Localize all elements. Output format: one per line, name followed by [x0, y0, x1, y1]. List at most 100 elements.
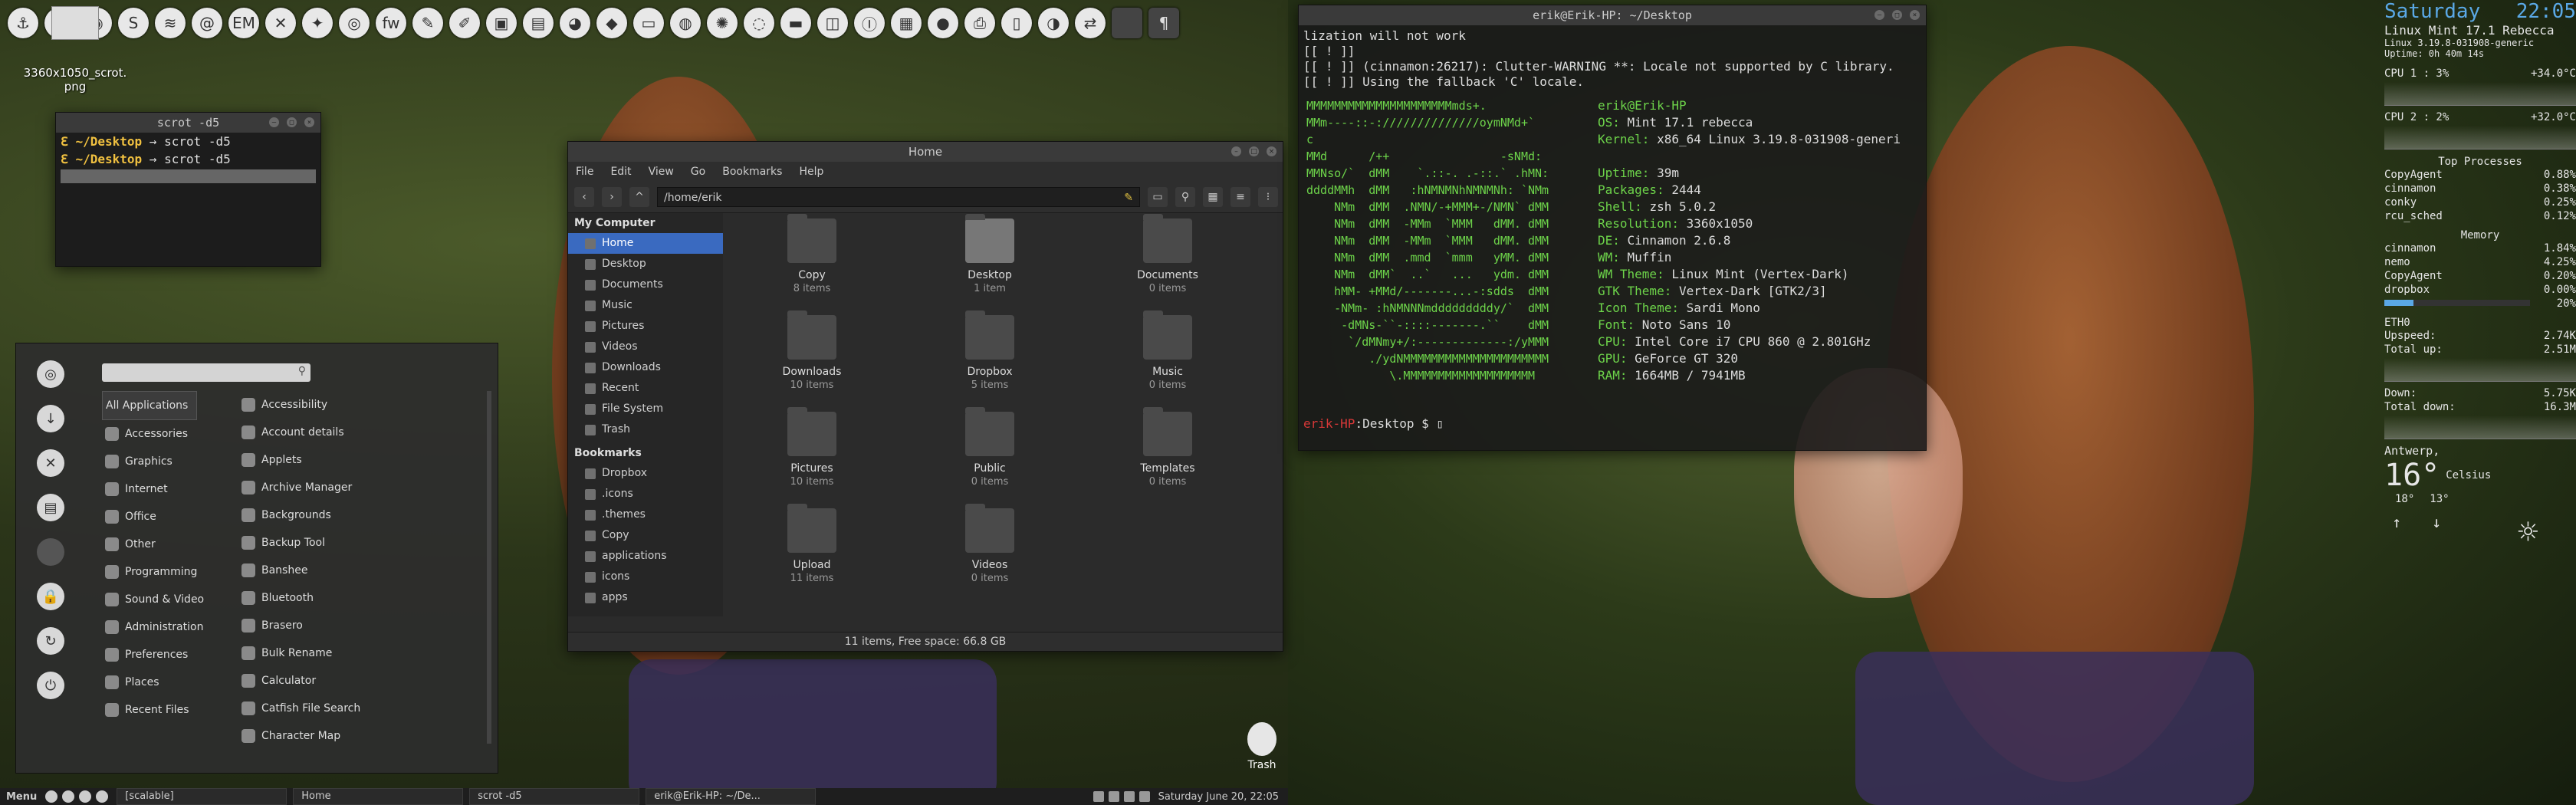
terminal-scrot-window[interactable]: scrot -d5 – □ × ℇ ~/Desktop → scrot -d5 …: [55, 112, 321, 267]
volume-icon[interactable]: [1108, 791, 1119, 802]
sidebar-item[interactable]: Copy: [568, 525, 723, 546]
camera-icon[interactable]: ▣: [486, 8, 517, 38]
location-bar[interactable]: /home/erik ✎: [657, 187, 1140, 207]
globe2-icon[interactable]: ◑: [1038, 8, 1069, 38]
logout-icon[interactable]: ↻: [37, 627, 64, 655]
github-icon[interactable]: ◕: [560, 8, 590, 38]
browser-launcher-icon[interactable]: [96, 790, 109, 803]
shield-icon[interactable]: ◆: [596, 8, 627, 38]
menu-app[interactable]: Calculator: [238, 667, 476, 695]
menu-category[interactable]: Recent Files: [102, 696, 225, 724]
wifi-icon[interactable]: ≋: [155, 8, 186, 38]
taskbar-window-button[interactable]: [scalable]: [117, 788, 288, 805]
folder-item[interactable]: Copy 8 items: [743, 214, 881, 294]
menu-app[interactable]: Bulk Rename: [238, 639, 476, 667]
sidebar-item[interactable]: .icons: [568, 484, 723, 504]
menu-app[interactable]: Bluetooth: [238, 584, 476, 612]
chrome-icon[interactable]: ◎: [339, 8, 370, 38]
tools-icon[interactable]: ✕: [265, 8, 296, 38]
blank-icon[interactable]: [37, 538, 64, 566]
sidebar-item[interactable]: File System: [568, 399, 723, 419]
folder-item[interactable]: Downloads 10 items: [743, 310, 881, 391]
text-icon[interactable]: ¶: [1148, 8, 1179, 38]
menu-button[interactable]: Menu: [0, 791, 43, 803]
dropbox-icon[interactable]: [1138, 791, 1150, 802]
menu-app[interactable]: Account details: [238, 419, 476, 446]
menu-app[interactable]: Banshee: [238, 557, 476, 584]
desktop-trash[interactable]: Trash: [1247, 722, 1277, 771]
menu-help[interactable]: Help: [799, 162, 823, 182]
compact-view-button[interactable]: ⁝: [1258, 187, 1278, 207]
show-desktop-icon[interactable]: [45, 790, 58, 803]
maximize-button[interactable]: □: [287, 117, 297, 127]
sidebar-item[interactable]: Videos: [568, 337, 723, 357]
folder-item[interactable]: Upload 11 items: [743, 504, 881, 584]
menu-category[interactable]: Sound & Video: [102, 586, 225, 613]
search-button[interactable]: ⚲: [1175, 187, 1195, 207]
aperture-icon[interactable]: ✺: [707, 8, 738, 38]
menu-app[interactable]: Archive Manager: [238, 474, 476, 501]
menu-category[interactable]: Accessories: [102, 420, 225, 448]
pen-icon[interactable]: ✐: [449, 8, 480, 38]
print-icon[interactable]: ⎙: [964, 8, 995, 38]
menu-bookmarks[interactable]: Bookmarks: [722, 162, 782, 182]
folder-item[interactable]: Videos 0 items: [921, 504, 1059, 584]
sidebar-item[interactable]: Documents: [568, 274, 723, 295]
grid-icon[interactable]: ▦: [891, 8, 922, 38]
screen-icon[interactable]: ▭: [633, 8, 664, 38]
folder-item[interactable]: Public 0 items: [921, 407, 1059, 488]
lock-icon[interactable]: 🔒: [37, 583, 64, 610]
maximize-button[interactable]: □: [1249, 146, 1259, 156]
menu-file[interactable]: File: [576, 162, 593, 182]
up-button[interactable]: ^: [629, 187, 649, 207]
tools-icon[interactable]: ✕: [37, 449, 64, 477]
lock-icon[interactable]: Ⓘ: [854, 8, 885, 38]
minimize-button[interactable]: –: [269, 117, 279, 127]
terminal-icon[interactable]: ▤: [37, 494, 64, 521]
window-title[interactable]: Home – □ ×: [568, 142, 1283, 162]
file-manager-window[interactable]: Home – □ × File Edit View Go Bookmarks Help ‹…: [567, 141, 1283, 652]
sidebar-item[interactable]: Downloads: [568, 357, 723, 378]
folder-item[interactable]: Pictures 10 items: [743, 407, 881, 488]
menu-category[interactable]: Administration: [102, 613, 225, 641]
menu-scrollbar[interactable]: [487, 391, 491, 744]
menu-go[interactable]: Go: [691, 162, 705, 182]
sidebar-item[interactable]: Desktop: [568, 254, 723, 274]
fw-icon[interactable]: fw: [376, 8, 406, 38]
menu-app[interactable]: Brasero: [238, 612, 476, 639]
folder-item[interactable]: Documents 0 items: [1099, 214, 1237, 294]
files-launcher-icon[interactable]: [79, 790, 92, 803]
terminal-launcher-icon[interactable]: [62, 790, 75, 803]
folder-item[interactable]: Desktop 1 item: [921, 214, 1059, 294]
blank-icon[interactable]: [1112, 8, 1142, 38]
menu-app[interactable]: Applets: [238, 446, 476, 474]
forward-button[interactable]: ›: [602, 187, 622, 207]
menu-app[interactable]: Backup Tool: [238, 529, 476, 557]
menu-category[interactable]: Other: [102, 531, 225, 558]
edit-location-icon[interactable]: ✎: [1124, 188, 1133, 208]
terminal-toggle-button[interactable]: ▭: [1148, 187, 1168, 207]
menu-view[interactable]: View: [649, 162, 674, 182]
circle2-icon[interactable]: ●: [928, 8, 958, 38]
sidebar-item[interactable]: .themes: [568, 504, 723, 525]
folder-item[interactable]: Dropbox 5 items: [921, 310, 1059, 391]
sidebar-item[interactable]: apps: [568, 587, 723, 608]
minimize-button[interactable]: –: [1875, 10, 1884, 20]
sidebar-item[interactable]: Recent: [568, 378, 723, 399]
menu-category[interactable]: Programming: [102, 558, 225, 586]
list-view-button[interactable]: ≡: [1230, 187, 1250, 207]
sidebar-item[interactable]: Home: [568, 233, 723, 254]
globe-icon[interactable]: ◌: [744, 8, 774, 38]
download-icon[interactable]: ↓: [37, 405, 64, 432]
sidebar-item[interactable]: Pictures: [568, 316, 723, 337]
sidebar-item[interactable]: icons: [568, 567, 723, 587]
em-icon[interactable]: EM: [228, 8, 259, 38]
desktop-file-screenshot[interactable]: 3360x1050_scrot. png: [21, 6, 129, 94]
back-button[interactable]: ‹: [574, 187, 594, 207]
palette-icon[interactable]: ◍: [670, 8, 701, 38]
taskbar-window-button[interactable]: scrot -d5: [469, 788, 640, 805]
close-button[interactable]: ×: [304, 117, 314, 127]
terminal-screenfetch-window[interactable]: erik@Erik-HP: ~/Desktop – □ × lization w…: [1298, 5, 1927, 451]
sidebar-header-my-computer[interactable]: My Computer: [568, 213, 723, 233]
save-icon[interactable]: ▤: [523, 8, 554, 38]
